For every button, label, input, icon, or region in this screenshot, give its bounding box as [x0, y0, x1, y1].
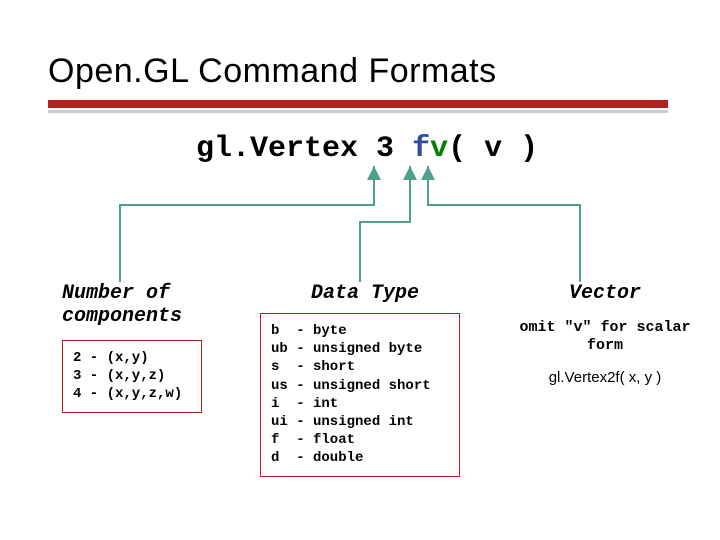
vector-example: gl.Vertex2f( x, y ) — [500, 369, 710, 386]
data-type-box: b - byte ub - unsigned byte s - short us… — [260, 313, 460, 477]
cmd-prefix: gl.Vertex — [196, 132, 358, 166]
number-of-components-section: Number of components 2 - (x,y) 3 - (x,y,… — [62, 282, 222, 413]
vector-heading: Vector — [500, 282, 710, 305]
data-type-section: Data Type b - byte ub - unsigned byte s … — [260, 282, 470, 477]
cmd-args: ( v ) — [448, 132, 538, 166]
vector-section: Vector omit "v" for scalar form gl.Verte… — [500, 282, 710, 386]
cmd-type: f — [412, 132, 430, 166]
vector-note: omit "v" for scalar form — [500, 319, 710, 355]
cmd-vec: v — [430, 132, 448, 166]
cmd-count: 3 — [376, 132, 394, 166]
page-title: Open.GL Command Formats — [48, 52, 497, 91]
num-components-box: 2 - (x,y) 3 - (x,y,z) 4 - (x,y,z,w) — [62, 340, 202, 413]
num-components-heading: Number of components — [62, 282, 222, 328]
data-type-heading: Data Type — [260, 282, 470, 305]
command-example: gl.Vertex 3 fv( v ) — [196, 132, 538, 166]
title-rule — [48, 100, 668, 113]
